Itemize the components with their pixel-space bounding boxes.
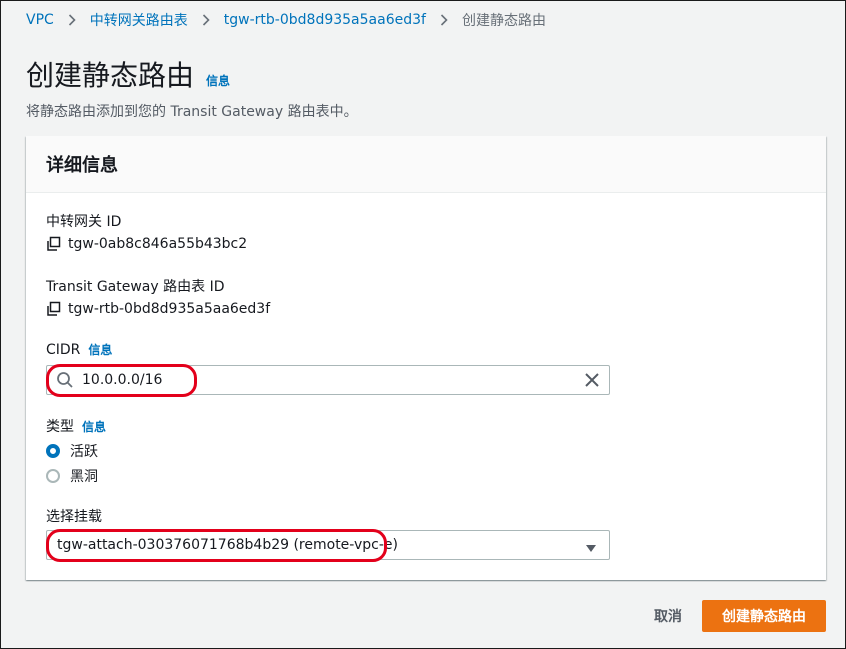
cidr-info-link[interactable]: 信息 xyxy=(88,341,112,358)
radio-selected-icon[interactable] xyxy=(46,444,60,458)
breadcrumb-route-table-id[interactable]: tgw-rtb-0bd8d935a5aa6ed3f xyxy=(224,12,426,28)
create-static-route-button[interactable]: 创建静态路由 xyxy=(702,600,826,632)
cidr-input-field[interactable] xyxy=(82,372,584,388)
breadcrumb-route-tables[interactable]: 中转网关路由表 xyxy=(90,10,188,30)
radio-blackhole-label: 黑洞 xyxy=(70,469,98,485)
cancel-button[interactable]: 取消 xyxy=(634,600,702,632)
cidr-label-text: CIDR xyxy=(46,341,81,358)
attachment-label-text: 选择挂载 xyxy=(46,509,102,525)
caret-down-icon xyxy=(585,539,597,552)
radio-active-label: 活跃 xyxy=(70,444,98,460)
rtb-id-value: tgw-rtb-0bd8d935a5aa6ed3f xyxy=(68,301,271,317)
panel-header: 详细信息 xyxy=(26,136,826,193)
attachment-select[interactable]: tgw-attach-030376071768b4b29 (remote-vpc… xyxy=(46,530,610,560)
search-icon xyxy=(56,371,74,389)
radio-active[interactable]: 活跃 xyxy=(46,441,98,461)
radio-blackhole[interactable]: 黑洞 xyxy=(46,466,98,486)
attachment-label: 选择挂载 xyxy=(46,506,102,526)
copy-icon[interactable] xyxy=(46,301,62,317)
tgw-id-value-row: tgw-0ab8c846a55b43bc2 xyxy=(46,236,247,252)
tgw-id-label: 中转网关 ID xyxy=(46,211,121,231)
page-title: 创建静态路由 xyxy=(26,59,195,92)
form-actions: 取消 创建静态路由 xyxy=(634,600,826,632)
rtb-id-value-row: tgw-rtb-0bd8d935a5aa6ed3f xyxy=(46,301,270,317)
page-header: 创建静态路由 信息 xyxy=(26,54,230,94)
breadcrumb-current: 创建静态路由 xyxy=(461,13,546,29)
rtb-id-label-text: Transit Gateway 路由表 ID xyxy=(46,279,225,295)
breadcrumb-vpc[interactable]: VPC xyxy=(26,12,54,28)
tgw-id-label-text: 中转网关 ID xyxy=(46,214,122,230)
chevron-right-icon xyxy=(68,14,76,26)
tgw-id-value: tgw-0ab8c846a55b43bc2 xyxy=(68,236,248,252)
chevron-right-icon xyxy=(440,14,448,26)
chevron-right-icon xyxy=(202,14,210,26)
cidr-input[interactable] xyxy=(46,365,610,395)
breadcrumb: VPC 中转网关路由表 tgw-rtb-0bd8d935a5aa6ed3f 创建… xyxy=(26,11,546,29)
clear-icon[interactable] xyxy=(584,372,600,388)
page-description: 将静态路由添加到您的 Transit Gateway 路由表中。 xyxy=(26,104,358,120)
type-info-link[interactable]: 信息 xyxy=(82,418,106,435)
panel-title: 详细信息 xyxy=(46,155,118,176)
cidr-label: CIDR 信息 xyxy=(46,341,112,358)
title-info-link[interactable]: 信息 xyxy=(206,72,230,89)
rtb-id-label: Transit Gateway 路由表 ID xyxy=(46,276,224,296)
radio-unselected-icon[interactable] xyxy=(46,469,60,483)
type-label-text: 类型 xyxy=(46,419,74,435)
copy-icon[interactable] xyxy=(46,236,62,252)
details-panel: 详细信息 中转网关 ID tgw-0ab8c846a55b43bc2 Trans… xyxy=(26,136,826,580)
attachment-selected-value: tgw-attach-030376071768b4b29 (remote-vpc… xyxy=(57,537,398,553)
type-label: 类型 信息 xyxy=(46,416,106,436)
